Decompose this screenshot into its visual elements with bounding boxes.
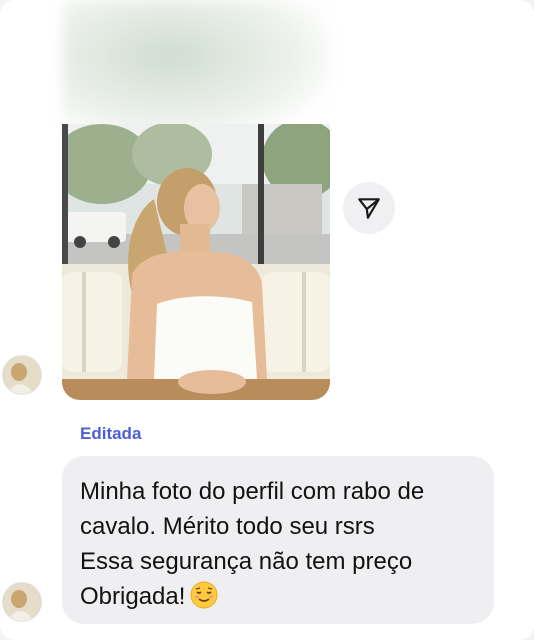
message-line-text: Obrigada! — [80, 583, 186, 610]
share-button[interactable] — [343, 182, 395, 234]
chat-panel: Editada Minha foto do perfil com rabo de… — [0, 0, 534, 640]
relieved-face-icon — [190, 581, 218, 609]
sender-avatar[interactable] — [2, 355, 42, 395]
message-line: Essa segurança não tem preço — [80, 548, 413, 575]
message-line-last: Obrigada! — [80, 579, 476, 614]
send-arrow-icon — [358, 198, 380, 219]
message-line: cavalo. Mérito todo seu rsrs — [80, 513, 375, 540]
sender-avatar[interactable] — [2, 582, 42, 622]
message-line: Minha foto do perfil com rabo de — [80, 478, 425, 505]
avatar-image — [3, 583, 41, 621]
blurred-header-area — [62, 0, 330, 140]
message-bubble[interactable]: Minha foto do perfil com rabo de cavalo.… — [62, 456, 494, 624]
edited-label: Editada — [80, 424, 142, 443]
profile-photo-image — [62, 124, 330, 400]
avatar-image — [3, 356, 41, 394]
shared-photo-message[interactable] — [62, 124, 330, 400]
